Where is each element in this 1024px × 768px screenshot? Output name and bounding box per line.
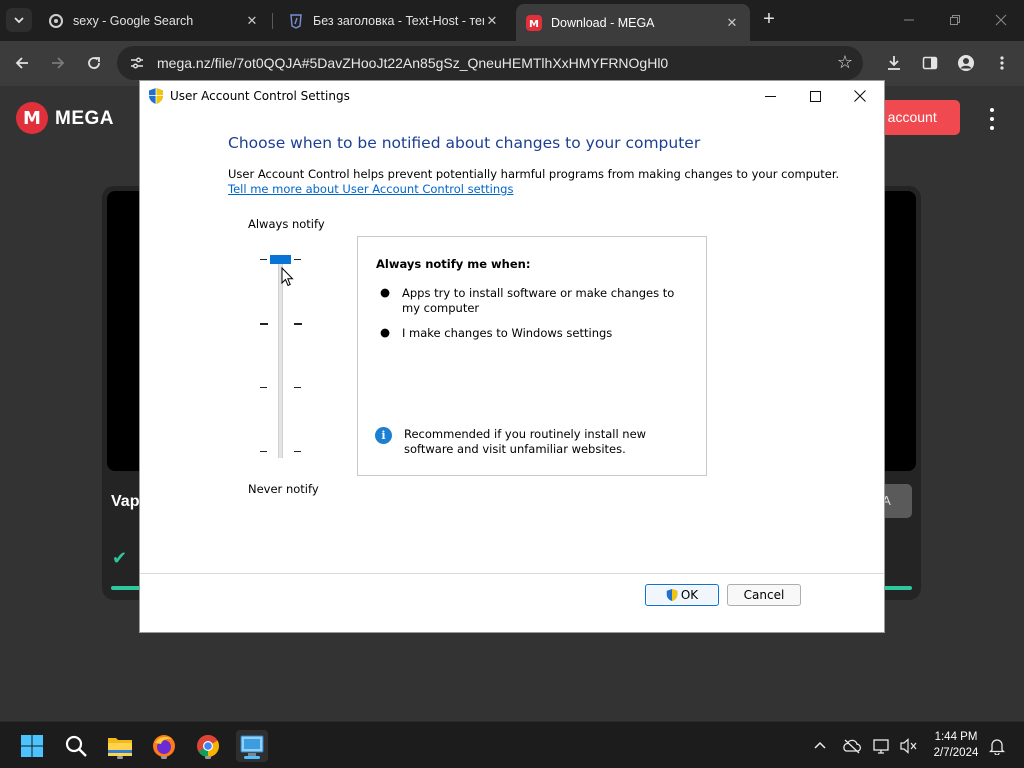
- uac-shield-icon: [148, 87, 164, 109]
- onedrive-offline-icon[interactable]: [841, 735, 863, 757]
- bookmark-star-icon[interactable]: ☆: [837, 52, 853, 73]
- chevron-down-icon: [14, 17, 24, 24]
- back-icon[interactable]: [10, 51, 34, 75]
- dialog-description: User Account Control helps prevent poten…: [228, 167, 840, 181]
- tab-text-host[interactable]: Без заголовка - Text-Host - тек ✕: [278, 4, 510, 37]
- dialog-maximize-icon[interactable]: [792, 84, 838, 108]
- tab-google-search[interactable]: sexy - Google Search ✕: [38, 4, 270, 37]
- google-lens-icon: [48, 13, 64, 29]
- slider-tick: [260, 259, 267, 260]
- clock-date: 2/7/2024: [933, 747, 979, 759]
- chrome-icon[interactable]: [192, 730, 224, 762]
- tab-title: sexy - Google Search: [73, 13, 194, 28]
- tab-title: Download - MEGA: [551, 15, 655, 30]
- show-hidden-icons-chevron-icon[interactable]: [809, 735, 831, 757]
- reload-icon[interactable]: [82, 51, 106, 75]
- new-tab-button[interactable]: +: [759, 9, 779, 31]
- close-tab-icon[interactable]: ✕: [484, 13, 500, 29]
- checkmark-icon: ✔: [112, 548, 128, 569]
- recommendation-text: Recommended if you routinely install new…: [404, 427, 647, 456]
- running-indicator: [244, 756, 260, 759]
- taskbar-clock[interactable]: 1:44 PM 2/7/2024: [928, 729, 984, 761]
- bullet-icon: ●: [380, 285, 391, 299]
- slider-tick: [260, 323, 268, 325]
- tab-search-button[interactable]: [6, 8, 32, 32]
- slider-tick: [260, 387, 267, 388]
- file-name: Vap: [111, 493, 140, 510]
- dialog-heading: Choose when to be notified about changes…: [228, 134, 701, 152]
- network-icon[interactable]: [872, 735, 894, 757]
- url-text: mega.nz/file/7ot0QQJA#5DavZHooJt22An85gS…: [157, 55, 669, 71]
- uac-shield-icon: [666, 589, 678, 601]
- svg-text:M: M: [529, 19, 539, 30]
- ok-button[interactable]: OK: [645, 584, 719, 606]
- site-settings-icon[interactable]: [129, 55, 145, 75]
- browser-toolbar: mega.nz/file/7ot0QQJA#5DavZHooJt22An85gS…: [0, 41, 1024, 86]
- running-indicator: [205, 756, 211, 759]
- level-title: Always notify me when:: [376, 257, 531, 271]
- firefox-icon[interactable]: [148, 730, 180, 762]
- bullet-icon: ●: [380, 325, 391, 339]
- slider-tick: [294, 259, 301, 260]
- level-bullet: I make changes to Windows settings: [402, 326, 613, 340]
- info-icon: i: [375, 427, 392, 444]
- address-bar[interactable]: mega.nz/file/7ot0QQJA#5DavZHooJt22An85gS…: [117, 46, 863, 80]
- running-indicator: [161, 756, 167, 759]
- running-indicator: [117, 756, 123, 759]
- uac-settings-dialog: User Account Control Settings Choose whe…: [140, 81, 884, 632]
- browser-menu-icon[interactable]: [990, 51, 1014, 75]
- dialog-footer: OK Cancel: [140, 574, 884, 632]
- profile-icon[interactable]: [954, 51, 978, 75]
- windows-start-icon[interactable]: [16, 730, 48, 762]
- tab-mega-download[interactable]: M Download - MEGA ✕: [516, 4, 750, 41]
- minimize-icon[interactable]: [886, 8, 932, 32]
- mega-menu-icon[interactable]: [985, 108, 999, 130]
- tab-separator: [272, 13, 273, 29]
- mega-logo-text[interactable]: MEGA: [55, 108, 114, 130]
- tab-title: Без заголовка - Text-Host - тек: [313, 13, 484, 28]
- restore-icon[interactable]: [932, 8, 978, 32]
- download-icon[interactable]: [882, 51, 906, 75]
- slider-tick: [294, 451, 301, 452]
- clock-time: 1:44 PM: [934, 731, 978, 743]
- windows-taskbar: 1:44 PM 2/7/2024: [0, 721, 1024, 768]
- browser-tab-strip: sexy - Google Search ✕ Без заголовка - T…: [0, 0, 1024, 41]
- slider-bottom-label: Never notify: [248, 482, 319, 496]
- cancel-button[interactable]: Cancel: [727, 584, 801, 606]
- mega-logo-icon[interactable]: M: [16, 102, 48, 134]
- slider-tick: [294, 323, 302, 325]
- dialog-minimize-icon[interactable]: [747, 84, 793, 108]
- dialog-title: User Account Control Settings: [170, 89, 350, 103]
- level-bullet: Apps try to install software or make cha…: [402, 286, 675, 315]
- search-icon[interactable]: [60, 730, 92, 762]
- slider-tick: [294, 387, 301, 388]
- file-explorer-icon[interactable]: [104, 730, 136, 762]
- notify-slider-thumb[interactable]: [270, 255, 291, 264]
- mouse-pointer-icon: [281, 267, 294, 287]
- uac-settings-app-icon[interactable]: [236, 730, 268, 762]
- dialog-titlebar[interactable]: User Account Control Settings: [140, 81, 884, 111]
- notification-bell-icon[interactable]: [986, 735, 1008, 757]
- close-window-icon[interactable]: [978, 8, 1024, 32]
- side-panel-icon[interactable]: [918, 51, 942, 75]
- text-host-icon: [288, 13, 304, 29]
- dialog-close-icon[interactable]: [837, 84, 883, 108]
- close-tab-icon[interactable]: ✕: [244, 13, 260, 29]
- forward-icon[interactable]: [46, 51, 70, 75]
- volume-muted-icon[interactable]: [898, 735, 920, 757]
- slider-tick: [260, 451, 267, 452]
- close-tab-icon[interactable]: ✕: [724, 15, 740, 31]
- level-description-box: Always notify me when: ● Apps try to ins…: [357, 236, 707, 476]
- slider-top-label: Always notify: [248, 217, 325, 231]
- mega-icon: M: [526, 14, 542, 31]
- learn-more-link[interactable]: Tell me more about User Account Control …: [228, 182, 513, 196]
- ok-label: OK: [680, 588, 699, 602]
